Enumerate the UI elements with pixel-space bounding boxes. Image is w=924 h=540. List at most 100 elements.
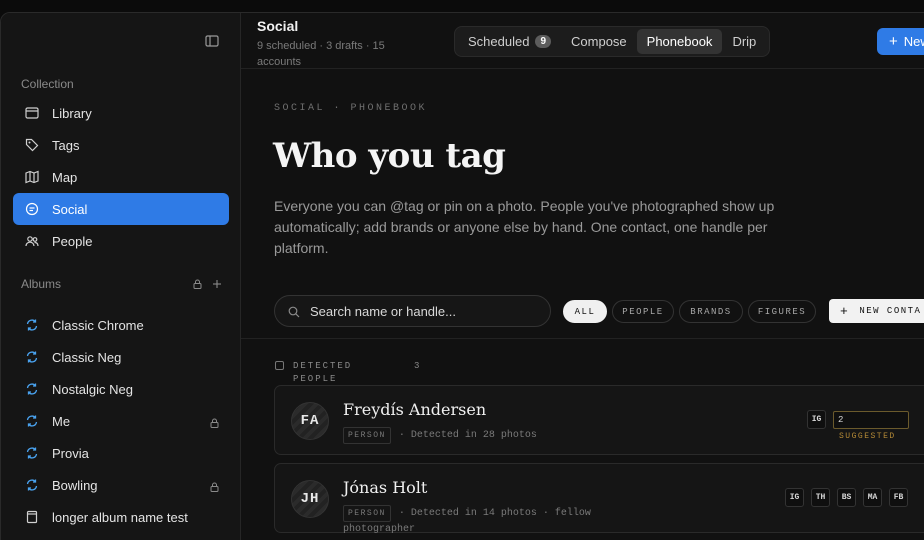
sidebar-album-item[interactable]: Classic Chrome <box>13 309 229 341</box>
sidebar-item-label: Social <box>52 201 88 217</box>
sidebar-album-item[interactable]: longer album name test <box>13 501 229 533</box>
search-field[interactable] <box>274 295 551 327</box>
sidebar-album-item[interactable]: Provia <box>13 437 229 469</box>
sidebar-item-people[interactable]: People <box>13 225 229 257</box>
platform-badge[interactable]: IG <box>785 488 804 507</box>
page-subtitle: 9 scheduled · 3 drafts · 15 accounts <box>257 40 385 68</box>
contact-meta: PERSON · Detected in 28 photos <box>343 427 643 444</box>
contact-detail: · Detected in 28 photos <box>398 430 537 441</box>
sidebar-album-item[interactable]: Bowling <box>13 469 229 501</box>
platform-badge[interactable]: MA <box>863 488 882 507</box>
sidebar-item-tags[interactable]: Tags <box>13 129 229 161</box>
sidebar: Collection Library Tags Map Social Peopl… <box>1 13 241 540</box>
lock-icon <box>210 480 219 492</box>
app-window: Collection Library Tags Map Social Peopl… <box>0 12 924 540</box>
new-contact-label: NEW CONTA <box>859 306 922 316</box>
albums-actions <box>193 278 222 292</box>
new-button[interactable]: + New <box>877 28 924 55</box>
platform-badge[interactable]: FB <box>889 488 908 507</box>
library-icon <box>25 106 39 120</box>
lock-icon <box>210 416 219 428</box>
divider <box>241 338 924 339</box>
group-icon <box>275 361 284 370</box>
avatar: FA <box>291 402 329 440</box>
sidebar-album-item[interactable]: Me <box>13 405 229 437</box>
tab-drip[interactable]: Drip <box>722 29 766 54</box>
tab-label: Drip <box>732 34 757 49</box>
platform-badge[interactable]: BS <box>837 488 856 507</box>
sidebar-item-label: Classic Neg <box>52 349 122 365</box>
sync-icon <box>25 382 39 396</box>
contact-card[interactable]: JH Jónas Holt PERSON · Detected in 14 photo… <box>274 463 924 535</box>
suggested-label: SUGGESTED <box>839 432 896 441</box>
sidebar-item-social[interactable]: Social <box>13 193 229 225</box>
new-button-label: New <box>903 34 924 49</box>
sidebar-item-label: Provia <box>52 445 89 461</box>
plus-icon: + <box>889 33 898 50</box>
contact-type-badge: PERSON <box>343 427 391 444</box>
sidebar-item-label: longer album name test <box>52 509 188 525</box>
sync-icon <box>25 414 39 428</box>
add-album-icon[interactable] <box>212 278 222 292</box>
lock-icon[interactable] <box>193 278 202 292</box>
filter-people[interactable]: PEOPLE <box>612 300 674 323</box>
sidebar-album-item[interactable]: Classic Neg <box>13 341 229 373</box>
new-contact-button[interactable]: + NEW CONTA <box>829 299 924 323</box>
tag-icon <box>25 138 39 152</box>
album-icon <box>25 510 39 524</box>
filter-all[interactable]: ALL <box>563 300 607 323</box>
group-count: 3 <box>414 361 422 371</box>
sidebar-item-label: Classic Chrome <box>52 317 144 333</box>
platform-badge[interactable]: IG <box>807 410 826 429</box>
contact-meta: PERSON · Detected in 14 photos · fellow p… <box>343 505 643 537</box>
sync-icon <box>25 446 39 460</box>
contact-type-badge: PERSON <box>343 505 391 522</box>
sidebar-item-label: Me <box>52 413 71 429</box>
search-icon <box>288 305 300 318</box>
sidebar-item-label: People <box>52 233 93 249</box>
sidebar-album-item[interactable]: Nostalgic Neg <box>13 373 229 405</box>
sidebar-item-library[interactable]: Library <box>13 97 229 129</box>
sidebar-item-map[interactable]: Map <box>13 161 229 193</box>
sync-icon <box>25 478 39 492</box>
filter-brands[interactable]: BRANDS <box>679 300 743 323</box>
contact-name: Freydís Andersen <box>343 400 487 419</box>
contact-name: Jónas Holt <box>343 478 428 497</box>
page-headline: Who you tag <box>273 136 506 176</box>
breadcrumb: SOCIAL · PHONEBOOK <box>274 103 428 114</box>
avatar: JH <box>291 480 329 518</box>
tab-label: Compose <box>571 34 627 49</box>
filter-figures[interactable]: FIGURES <box>748 300 816 323</box>
collection-section-label: Collection <box>21 77 74 91</box>
platform-badge[interactable]: TH <box>811 488 830 507</box>
tab-compose[interactable]: Compose <box>561 29 637 54</box>
top-bar: Social 9 scheduled · 3 drafts · 15 accou… <box>241 13 924 69</box>
tab-bar: Scheduled 9 Compose Phonebook Drip <box>454 26 771 57</box>
sidebar-item-label: Bowling <box>52 477 98 493</box>
sidebar-toggle-icon[interactable] <box>204 33 220 49</box>
page-title: Social <box>257 18 299 34</box>
intro-text: Everyone you can @tag or pin on a photo.… <box>274 198 775 256</box>
sidebar-item-label: Map <box>52 169 78 185</box>
contact-card[interactable]: FA Freydís Andersen PERSON · Detected in 28… <box>274 385 924 455</box>
people-icon <box>25 234 39 248</box>
main-content: Social 9 scheduled · 3 drafts · 15 accou… <box>241 13 924 540</box>
sync-icon <box>25 350 39 364</box>
sidebar-album-item[interactable]: Leavenworth Christmas <box>13 533 229 540</box>
tab-phonebook[interactable]: Phonebook <box>636 29 723 54</box>
sidebar-item-label: Library <box>52 105 92 121</box>
tab-label: Scheduled <box>468 34 530 49</box>
social-icon <box>25 202 39 216</box>
tab-scheduled[interactable]: Scheduled 9 <box>458 29 561 54</box>
scheduled-count-badge: 9 <box>535 35 552 48</box>
sidebar-item-label: Tags <box>52 137 80 153</box>
group-title: DETECTED PEOPLE <box>293 361 353 384</box>
sync-icon <box>25 318 39 332</box>
search-input[interactable] <box>310 303 530 319</box>
tab-label: Phonebook <box>646 34 713 49</box>
plus-icon: + <box>840 303 850 319</box>
albums-section-label: Albums <box>21 277 62 291</box>
sidebar-item-label: Nostalgic Neg <box>52 381 133 397</box>
handle-input[interactable]: 2 <box>833 411 909 429</box>
map-icon <box>25 170 39 184</box>
